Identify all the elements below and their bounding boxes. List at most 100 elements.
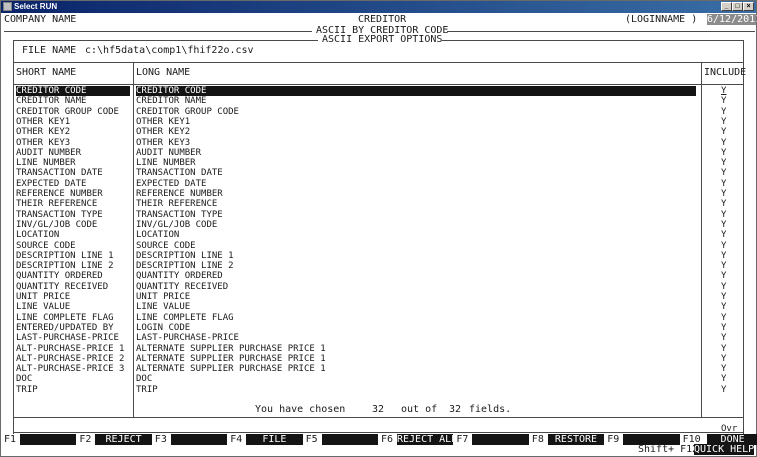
table-row[interactable]: OTHER KEY2 OTHER KEY2 Y bbox=[2, 127, 756, 138]
table-row[interactable]: EXPECTED DATE EXPECTED DATE Y bbox=[2, 179, 756, 189]
long-name-cell: OTHER KEY2 bbox=[136, 127, 191, 138]
include-flag-cell[interactable]: Y bbox=[721, 199, 726, 209]
include-flag-cell[interactable]: Y bbox=[721, 302, 726, 312]
table-row[interactable]: LINE NUMBER LINE NUMBER Y bbox=[2, 158, 756, 169]
short-name-cell: CREDITOR NAME bbox=[16, 96, 87, 107]
table-row[interactable]: CREDITOR CODE CREDITOR CODE Y bbox=[2, 86, 756, 96]
short-name-cell: THEIR REFERENCE bbox=[16, 199, 98, 210]
long-name-cell: QUANTITY ORDERED bbox=[136, 271, 223, 282]
include-flag-cell[interactable]: Y bbox=[721, 323, 726, 333]
table-row[interactable]: THEIR REFERENCE THEIR REFERENCE Y bbox=[2, 199, 756, 210]
short-name-cell: TRANSACTION TYPE bbox=[16, 209, 103, 220]
title-bar[interactable]: Select RUN _ □ × bbox=[1, 1, 756, 13]
table-row[interactable]: ALT-PURCHASE-PRICE 2 ALTERNATE SUPPLIER P… bbox=[2, 353, 756, 364]
include-flag-cell[interactable]: Y bbox=[721, 261, 726, 271]
fkey-action-button[interactable] bbox=[321, 434, 378, 445]
table-row[interactable]: DESCRIPTION LINE 1 DESCRIPTION LINE 1 Y bbox=[2, 251, 756, 261]
fkey-number: F7 bbox=[456, 434, 469, 445]
divider bbox=[13, 417, 744, 418]
include-flag-cell[interactable]: Y bbox=[721, 271, 726, 281]
short-name-cell: REFERENCE NUMBER bbox=[16, 189, 103, 199]
include-flag-cell[interactable]: Y bbox=[721, 230, 726, 240]
include-flag-cell[interactable]: Y bbox=[721, 364, 726, 374]
short-name-cell: ENTERED/UPDATED BY bbox=[16, 322, 114, 333]
short-name-cell: LOCATION bbox=[16, 230, 60, 241]
table-row[interactable]: DESCRIPTION LINE 2 DESCRIPTION LINE 2 Y bbox=[2, 261, 756, 271]
include-flag-cell[interactable]: Y bbox=[721, 292, 726, 302]
fkey-action-button[interactable] bbox=[20, 434, 77, 445]
short-name-cell: QUANTITY RECEIVED bbox=[16, 281, 109, 292]
short-name-cell: OTHER KEY1 bbox=[16, 116, 71, 127]
short-name-cell: AUDIT NUMBER bbox=[16, 147, 82, 158]
short-name-cell: LINE VALUE bbox=[16, 302, 71, 313]
include-flag-cell[interactable]: Y bbox=[721, 189, 726, 199]
include-flag-cell[interactable]: Y bbox=[721, 96, 726, 106]
include-flag-cell[interactable]: Y bbox=[721, 354, 726, 364]
include-flag-cell[interactable]: Y bbox=[721, 220, 726, 230]
include-flag-cell[interactable]: Y bbox=[721, 282, 726, 292]
long-name-cell: LINE COMPLETE FLAG bbox=[136, 312, 234, 323]
table-row[interactable]: TRIP TRIP Y bbox=[2, 384, 756, 395]
include-flag-cell[interactable]: Y bbox=[721, 344, 726, 354]
fkey-action-button[interactable] bbox=[170, 434, 228, 445]
table-row[interactable]: LOCATION LOCATION Y bbox=[2, 230, 756, 241]
table-row[interactable]: INV/GL/JOB CODE INV/GL/JOB CODE Y bbox=[2, 219, 756, 230]
table-row[interactable]: AUDIT NUMBER AUDIT NUMBER Y bbox=[2, 147, 756, 158]
file-name-field[interactable]: c:\hf5data\comp1\fhif22o.csv bbox=[85, 45, 254, 56]
long-name-cell: ALTERNATE SUPPLIER PURCHASE PRICE 1 bbox=[136, 353, 326, 364]
include-flag-cell[interactable]: Y bbox=[721, 138, 726, 148]
table-row[interactable]: LINE VALUE LINE VALUE Y bbox=[2, 302, 756, 313]
short-name-cell: LINE COMPLETE FLAG bbox=[16, 312, 114, 323]
fkey-action-button[interactable]: REJECT ALL bbox=[397, 434, 457, 445]
include-flag-cell[interactable]: Y bbox=[721, 374, 726, 384]
include-flag-cell[interactable]: Y bbox=[721, 251, 726, 261]
include-flag-cell[interactable]: Y bbox=[721, 148, 726, 158]
close-button[interactable]: × bbox=[743, 2, 754, 11]
table-row[interactable]: LAST-PURCHASE-PRICE LAST-PURCHASE-PRICE Y bbox=[2, 333, 756, 343]
company-name: COMPANY NAME bbox=[4, 14, 77, 25]
table-row[interactable]: QUANTITY ORDERED QUANTITY ORDERED Y bbox=[2, 271, 756, 282]
long-name-cell: TRANSACTION TYPE bbox=[136, 209, 223, 220]
table-row[interactable]: OTHER KEY3 OTHER KEY3 Y bbox=[2, 138, 756, 148]
long-name-cell: TRIP bbox=[136, 384, 158, 395]
include-flag-cell[interactable]: Y bbox=[721, 313, 726, 323]
table-row[interactable]: CREDITOR NAME CREDITOR NAME Y bbox=[2, 96, 756, 107]
include-flag-cell[interactable]: Y bbox=[721, 107, 726, 117]
file-name-label: FILE NAME bbox=[22, 45, 77, 56]
include-flag-cell[interactable]: Y bbox=[721, 127, 726, 137]
fkey-action-button[interactable]: RESTORE bbox=[547, 434, 605, 445]
fkey-number: F2 bbox=[79, 434, 92, 445]
table-row[interactable]: SOURCE CODE SOURCE CODE Y bbox=[2, 241, 756, 251]
table-row[interactable]: CREDITOR GROUP CODE CREDITOR GROUP CODE Y bbox=[2, 107, 756, 117]
table-row[interactable]: ALT-PURCHASE-PRICE 3 ALTERNATE SUPPLIER P… bbox=[2, 364, 756, 374]
maximize-button[interactable]: □ bbox=[732, 2, 743, 11]
include-flag-cell[interactable]: Y bbox=[721, 241, 726, 251]
table-row[interactable]: UNIT PRICE UNIT PRICE Y bbox=[2, 292, 756, 302]
include-flag-cell[interactable]: Y bbox=[721, 179, 726, 189]
include-flag-cell[interactable]: Y bbox=[721, 158, 726, 168]
short-name-cell: LINE NUMBER bbox=[16, 158, 76, 169]
table-row[interactable]: TRANSACTION TYPE TRANSACTION TYPE Y bbox=[2, 209, 756, 220]
table-row[interactable]: TRANSACTION DATE TRANSACTION DATE Y bbox=[2, 168, 756, 178]
short-name-cell: INV/GL/JOB CODE bbox=[16, 219, 98, 230]
long-name-cell: INV/GL/JOB CODE bbox=[136, 219, 218, 230]
table-row[interactable]: LINE COMPLETE FLAG LINE COMPLETE FLAG Y bbox=[2, 312, 756, 323]
quick-help-button[interactable]: QUICK HELP bbox=[694, 444, 754, 455]
include-flag-cell[interactable]: Y bbox=[721, 210, 726, 220]
include-flag-cell[interactable]: Y bbox=[721, 168, 726, 178]
fkey-action-button[interactable]: FILE bbox=[246, 434, 303, 445]
include-flag-cell[interactable]: Y bbox=[721, 333, 726, 343]
table-row[interactable]: DOC DOC Y bbox=[2, 374, 756, 384]
include-flag-cell[interactable]: Y bbox=[721, 86, 726, 96]
login-name: (LOGINNAME ) bbox=[625, 14, 698, 25]
table-row[interactable]: OTHER KEY1 OTHER KEY1 Y bbox=[2, 116, 756, 127]
minimize-button[interactable]: _ bbox=[721, 2, 732, 11]
include-flag-cell[interactable]: Y bbox=[721, 385, 726, 395]
fkey-action-button[interactable] bbox=[472, 434, 529, 445]
include-flag-cell[interactable]: Y bbox=[721, 117, 726, 127]
table-row[interactable]: REFERENCE NUMBER REFERENCE NUMBER Y bbox=[2, 189, 756, 199]
fkey-action-button[interactable]: REJECT bbox=[95, 434, 152, 445]
table-row[interactable]: ALT-PURCHASE-PRICE 1 ALTERNATE SUPPLIER P… bbox=[2, 344, 756, 354]
table-row[interactable]: QUANTITY RECEIVED QUANTITY RECEIVED Y bbox=[2, 281, 756, 292]
table-row[interactable]: ENTERED/UPDATED BY LOGIN CODE Y bbox=[2, 322, 756, 333]
